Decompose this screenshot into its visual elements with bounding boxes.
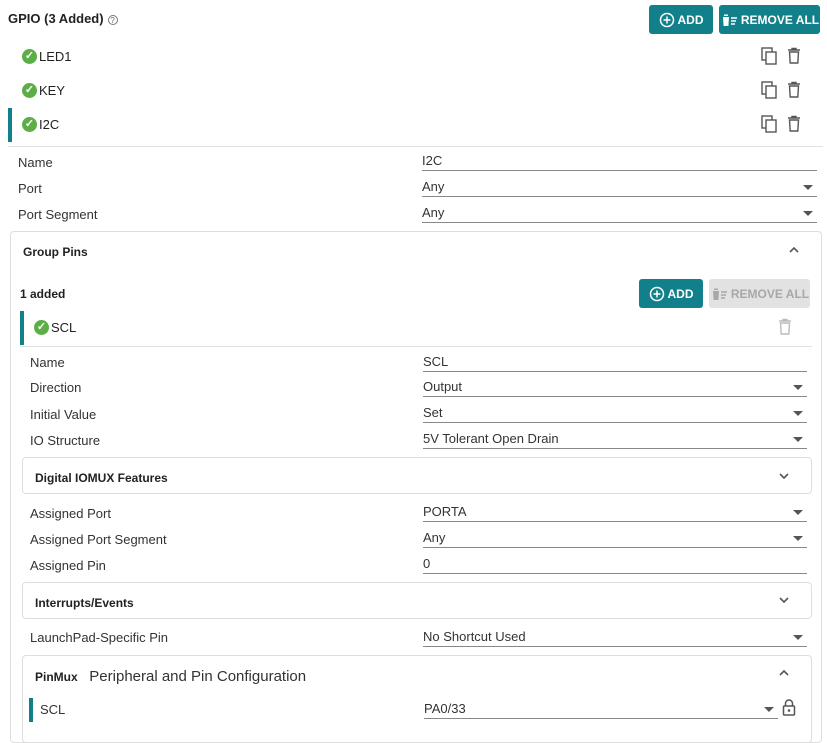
initial-value-label: Initial Value: [30, 407, 97, 422]
name-value: I2C: [422, 153, 443, 168]
assigned-port-segment-label: Assigned Port Segment: [30, 532, 167, 547]
remove-all-icon: [720, 12, 738, 28]
io-structure-select[interactable]: 5V Tolerant Open Drain: [423, 431, 807, 449]
initial-value-select[interactable]: Set: [423, 405, 807, 423]
remove-all-button[interactable]: REMOVE ALL: [719, 5, 820, 34]
direction-label: Direction: [30, 380, 82, 395]
digital-iomux-title: Digital IOMUX Features: [35, 471, 168, 485]
gpio-item-i2c[interactable]: ✓ I2C: [22, 107, 59, 141]
dropdown-caret-icon: [793, 536, 803, 541]
add-button[interactable]: ADD: [649, 5, 713, 34]
gpio-item-key[interactable]: ✓ KEY: [22, 73, 65, 107]
pin-item-label: SCL: [51, 319, 77, 335]
interrupts-panel[interactable]: [22, 582, 812, 619]
remove-all-button-label: REMOVE ALL: [740, 12, 820, 27]
pinmux-signal-value: PA0/33: [424, 701, 466, 716]
dropdown-caret-icon: [764, 707, 774, 712]
assigned-port-select[interactable]: PORTA: [423, 504, 807, 522]
assigned-port-segment-select[interactable]: Any: [423, 530, 807, 548]
pin-item-scl[interactable]: ✓ SCL: [34, 310, 76, 344]
port-label: Port: [18, 181, 42, 196]
gpio-item-led1[interactable]: ✓ LED1: [22, 39, 72, 73]
selected-indicator: [8, 108, 12, 142]
pin-name-value: SCL: [423, 354, 449, 369]
dropdown-caret-icon: [793, 635, 803, 640]
dropdown-caret-icon: [803, 211, 813, 216]
group-pins-add-label: ADD: [667, 286, 694, 301]
assigned-pin-field[interactable]: 0: [423, 556, 807, 574]
check-icon: ✓: [22, 82, 37, 98]
group-pins-title: Group Pins: [23, 245, 88, 259]
trash-icon[interactable]: [785, 47, 803, 65]
assigned-port-label: Assigned Port: [30, 506, 111, 521]
chevron-down-icon[interactable]: [778, 470, 790, 482]
launchpad-value: No Shortcut Used: [423, 629, 526, 644]
chevron-up-icon[interactable]: [778, 667, 790, 679]
initial-value-value: Set: [423, 405, 443, 420]
port-value: Any: [422, 179, 445, 194]
pinmux-signal-select[interactable]: PA0/33: [424, 701, 778, 719]
chevron-down-icon[interactable]: [778, 594, 790, 606]
pinmux-header: PinMux Peripheral and Pin Configuration: [35, 668, 306, 685]
add-button-label: ADD: [677, 12, 704, 27]
launchpad-label: LaunchPad-Specific Pin: [30, 630, 169, 645]
port-segment-select[interactable]: Any: [422, 205, 817, 223]
io-structure-value: 5V Tolerant Open Drain: [423, 431, 559, 446]
assigned-port-segment-value: Any: [423, 530, 446, 545]
port-segment-label: Port Segment: [18, 207, 98, 222]
direction-select[interactable]: Output: [423, 379, 807, 397]
check-icon: ✓: [34, 319, 49, 335]
gpio-title-text: GPIO (3 Added): [8, 11, 104, 26]
gpio-item-label: I2C: [39, 116, 60, 132]
lock-icon[interactable]: [780, 698, 798, 716]
port-select[interactable]: Any: [422, 179, 817, 197]
group-pins-remove-all-button: REMOVE ALL: [709, 279, 810, 308]
pin-name-field[interactable]: SCL: [423, 354, 807, 372]
selected-indicator: [29, 698, 33, 722]
add-circle-icon: [649, 286, 665, 302]
divider: [20, 346, 812, 347]
added-count: 1 added: [20, 287, 66, 301]
gpio-header-title: GPIO (3 Added)?: [8, 11, 118, 26]
group-pins-remove-all-label: REMOVE ALL: [730, 286, 810, 301]
check-icon: ✓: [22, 48, 37, 64]
divider: [8, 146, 823, 147]
dropdown-caret-icon: [793, 385, 803, 390]
copy-icon[interactable]: [760, 81, 778, 99]
assigned-port-value: PORTA: [423, 504, 467, 519]
pin-name-label: Name: [30, 355, 65, 370]
direction-value: Output: [423, 379, 463, 394]
trash-icon[interactable]: [785, 115, 803, 133]
dropdown-caret-icon: [793, 437, 803, 442]
launchpad-select[interactable]: No Shortcut Used: [423, 629, 807, 647]
copy-icon[interactable]: [760, 115, 778, 133]
assigned-pin-label: Assigned Pin: [30, 558, 106, 573]
port-segment-value: Any: [422, 205, 445, 220]
pinmux-signal-label: SCL: [40, 702, 66, 717]
dropdown-caret-icon: [793, 510, 803, 515]
chevron-up-icon[interactable]: [788, 244, 800, 256]
dropdown-caret-icon: [793, 411, 803, 416]
remove-all-icon: [710, 286, 728, 302]
assigned-pin-value: 0: [423, 556, 431, 571]
gpio-item-label: LED1: [39, 48, 72, 64]
name-field[interactable]: I2C: [422, 153, 817, 171]
add-circle-icon: [659, 12, 675, 28]
help-icon[interactable]: ?: [107, 14, 118, 25]
selected-indicator: [20, 311, 24, 345]
pinmux-title: PinMux: [35, 670, 78, 684]
dropdown-caret-icon: [803, 185, 813, 190]
copy-icon[interactable]: [760, 47, 778, 65]
check-icon: ✓: [22, 116, 37, 132]
io-structure-label: IO Structure: [30, 433, 101, 448]
pinmux-subtitle: Peripheral and Pin Configuration: [89, 668, 307, 685]
gpio-item-label: KEY: [39, 82, 66, 98]
group-pins-add-button[interactable]: ADD: [639, 279, 703, 308]
name-label: Name: [18, 155, 53, 170]
trash-icon[interactable]: [785, 81, 803, 99]
trash-icon: [776, 318, 794, 336]
interrupts-title: Interrupts/Events: [35, 596, 134, 610]
